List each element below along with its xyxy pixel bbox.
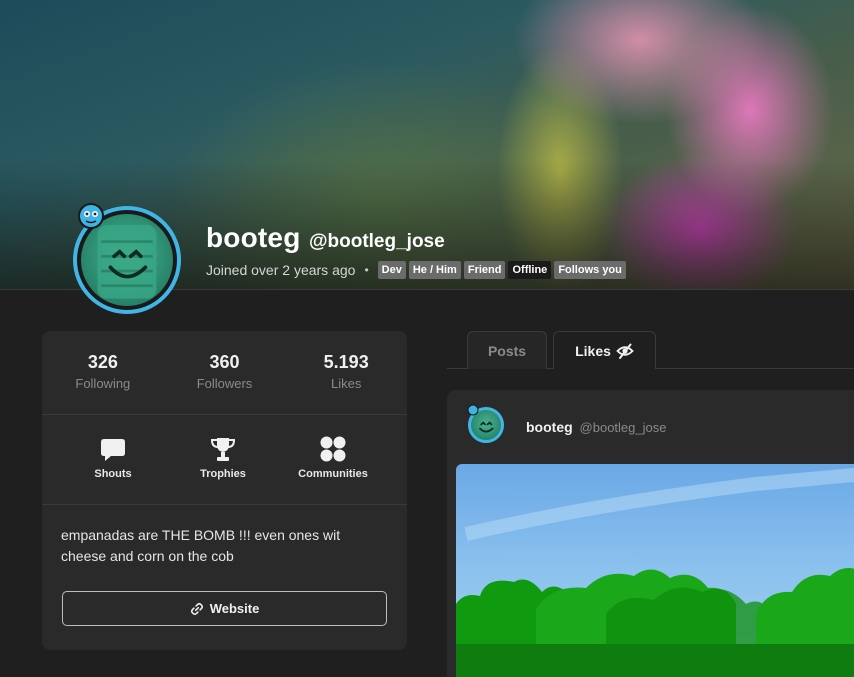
stats-row: 326 Following 360 Followers 5.193 Likes <box>42 331 407 415</box>
profile-actions: Shouts Trophies Communities <box>42 415 407 505</box>
profile-avatar[interactable] <box>73 203 181 314</box>
profile-card: 326 Following 360 Followers 5.193 Likes … <box>42 331 407 650</box>
eye-slash-icon <box>616 343 634 359</box>
website-button[interactable]: Website <box>62 591 387 626</box>
profile-tabs: Posts Likes <box>447 331 854 369</box>
tag-dev: Dev <box>377 261 406 279</box>
tag-follows-you: Follows you <box>554 261 626 279</box>
tab-label: Posts <box>487 342 527 359</box>
mascot-badge-icon <box>467 404 479 416</box>
stat-followers[interactable]: 360 Followers <box>164 331 286 414</box>
website-label: Website <box>209 601 260 616</box>
stat-following[interactable]: 326 Following <box>42 331 164 414</box>
action-label: Communities <box>298 468 368 480</box>
link-icon <box>190 602 203 615</box>
trophy-icon <box>210 438 236 461</box>
joined-date: Joined over 2 years ago <box>206 262 356 278</box>
shouts-button[interactable]: Shouts <box>58 415 168 504</box>
tab-likes[interactable]: Likes <box>553 331 656 369</box>
communities-icon <box>320 436 346 462</box>
post-author: booteg @bootleg_jose <box>526 419 666 435</box>
communities-button[interactable]: Communities <box>278 415 388 504</box>
tag-pronouns: He / Him <box>408 261 461 279</box>
stat-label: Followers <box>196 376 253 391</box>
tag-status: Offline <box>508 261 552 279</box>
profile-bio: empanadas are THE BOMB !!! even ones wit… <box>61 527 341 564</box>
action-label: Trophies <box>200 468 246 480</box>
display-name: booteg <box>206 222 301 253</box>
profile-name-block: booteg @bootleg_jose <box>206 222 445 254</box>
post-image[interactable] <box>456 464 854 677</box>
post-card[interactable]: booteg @bootleg_jose <box>447 390 854 677</box>
stat-value: 360 <box>209 352 240 372</box>
profile-page: booteg @bootleg_jose Joined over 2 years… <box>0 0 854 677</box>
trophies-button[interactable]: Trophies <box>168 415 278 504</box>
stat-value: 5.193 <box>323 352 369 372</box>
meta-separator: • <box>364 263 369 277</box>
tab-label: Likes <box>575 342 611 359</box>
stat-label: Likes <box>331 376 362 391</box>
profile-handle: @bootleg_jose <box>308 231 445 252</box>
stat-likes[interactable]: 5.193 Likes <box>285 331 407 414</box>
profile-meta: Joined over 2 years ago • Dev He / Him F… <box>206 261 629 279</box>
post-author-name: booteg <box>526 419 573 435</box>
mascot-badge-icon <box>78 203 104 229</box>
post-image-illustration <box>456 467 854 677</box>
action-label: Shouts <box>94 468 132 480</box>
post-author-handle: @bootleg_jose <box>579 420 667 435</box>
speech-bubble-icon <box>101 439 125 461</box>
stat-value: 326 <box>87 352 118 372</box>
tag-friend: Friend <box>463 261 506 279</box>
stat-label: Following <box>75 376 131 391</box>
tab-posts[interactable]: Posts <box>467 331 547 369</box>
